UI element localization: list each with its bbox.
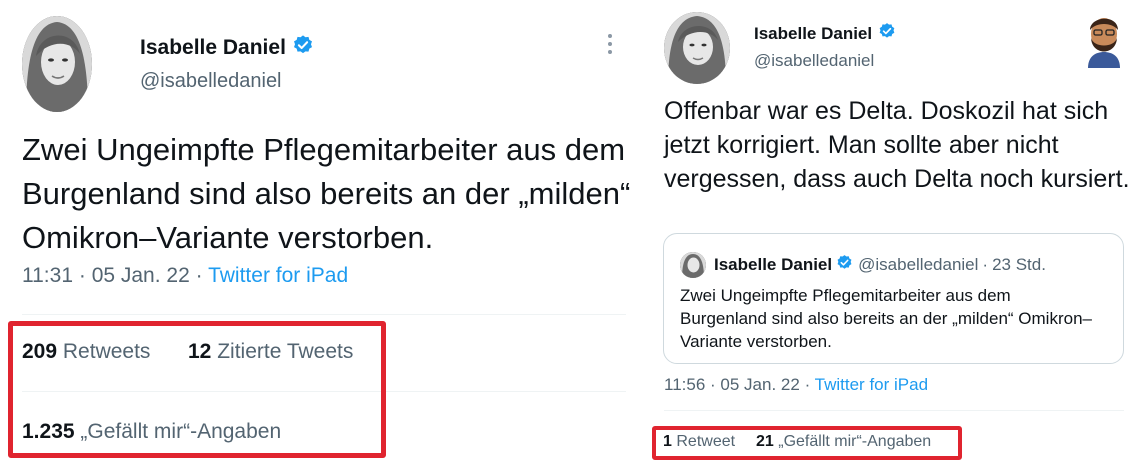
more-options-icon[interactable] (604, 34, 616, 58)
left-tweet-panel: Isabelle Daniel @isabelledaniel Zwei Ung… (0, 0, 640, 465)
divider (664, 410, 1124, 411)
tweet-source-link[interactable]: Twitter for iPad (815, 375, 928, 394)
panel-separator (640, 0, 648, 465)
meta-separator: · (982, 255, 989, 274)
author-name-row: Isabelle Daniel (140, 34, 314, 61)
tweet-meta: 11:56 · 05 Jan. 22 · Twitter for iPad (664, 375, 928, 395)
author-name-row: Isabelle Daniel (754, 22, 896, 45)
profile-avatar[interactable] (664, 12, 730, 84)
quoted-tweet-age: 23 Std. (992, 255, 1046, 274)
tweet-date[interactable]: 05 Jan. 22 (92, 264, 190, 287)
tweet-date[interactable]: 05 Jan. 22 (720, 375, 799, 394)
verified-badge-icon (292, 34, 314, 61)
highlight-box (8, 321, 386, 458)
meta-separator: · (710, 375, 716, 394)
emoji-avatar-icon (1082, 12, 1126, 68)
tweet-time: 11:31 (22, 264, 73, 287)
tweet-source-link[interactable]: Twitter for iPad (208, 264, 348, 287)
tweet-text: Zwei Ungeimpfte Pflegemitarbeiter aus de… (22, 132, 631, 255)
quoted-tweet-card[interactable]: Isabelle Daniel @isabelledaniel · 23 Std… (663, 233, 1124, 364)
divider (22, 314, 626, 315)
meta-separator: · (78, 264, 86, 287)
meta-separator: · (804, 375, 811, 394)
verified-badge-icon (878, 22, 896, 45)
quoted-author-handle: @isabelledaniel (858, 255, 979, 274)
highlight-box (652, 426, 962, 460)
quoted-tweet-header: Isabelle Daniel @isabelledaniel · 23 Std… (680, 252, 1046, 278)
quoted-author-name: Isabelle Daniel (714, 255, 833, 274)
author-handle[interactable]: @isabelledaniel (140, 70, 282, 93)
quoted-tweet-text: Zwei Ungeimpfte Pflegemitarbeiter aus de… (680, 286, 1092, 351)
tweet-text: Offenbar war es Delta. Doskozil hat sich… (664, 97, 1130, 193)
quoted-profile-avatar (680, 252, 706, 278)
profile-avatar[interactable] (22, 16, 92, 112)
author-name[interactable]: Isabelle Daniel (140, 36, 286, 60)
tweet-time: 11:56 (664, 375, 706, 394)
verified-badge-icon (836, 254, 853, 276)
tweet-meta: 11:31 · 05 Jan. 22 · Twitter for iPad (22, 264, 348, 288)
author-handle[interactable]: @isabelledaniel (754, 51, 874, 71)
author-name[interactable]: Isabelle Daniel (754, 24, 872, 44)
meta-separator: · (195, 264, 203, 287)
